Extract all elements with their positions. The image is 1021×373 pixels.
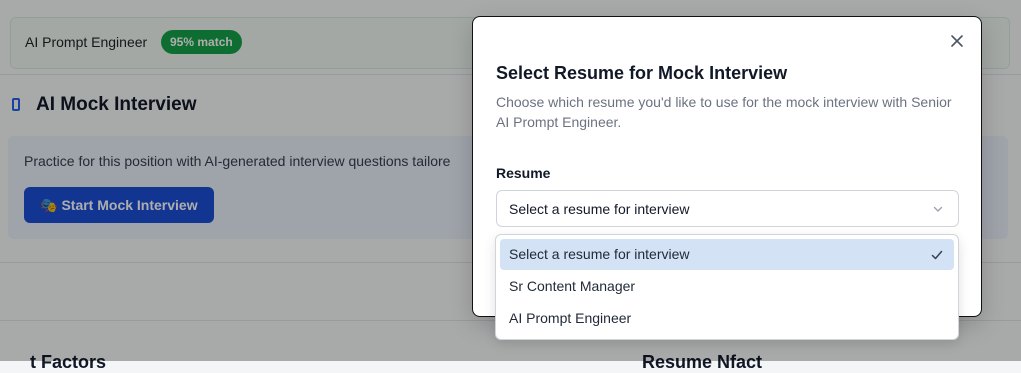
dropdown-option[interactable]: AI Prompt Engineer <box>500 303 954 334</box>
resume-select[interactable]: Select a resume for interview <box>496 190 959 227</box>
resume-field-label: Resume <box>496 165 551 181</box>
dialog-description: Choose which resume you'd like to use fo… <box>496 94 952 130</box>
check-icon <box>931 250 943 260</box>
resume-dropdown-menu: Select a resume for interview Sr Content… <box>495 234 959 340</box>
dialog-title: Select Resume for Mock Interview <box>496 63 788 83</box>
dropdown-option[interactable]: Select a resume for interview <box>500 239 954 270</box>
close-icon <box>951 35 963 47</box>
option-label: Select a resume for interview <box>509 246 690 262</box>
dropdown-option[interactable]: Sr Content Manager <box>500 271 954 302</box>
close-button[interactable] <box>947 31 967 51</box>
chevron-down-icon <box>933 206 943 212</box>
resume-select-value: Select a resume for interview <box>509 201 690 217</box>
option-label: Sr Content Manager <box>509 278 636 294</box>
option-label: AI Prompt Engineer <box>509 310 632 326</box>
